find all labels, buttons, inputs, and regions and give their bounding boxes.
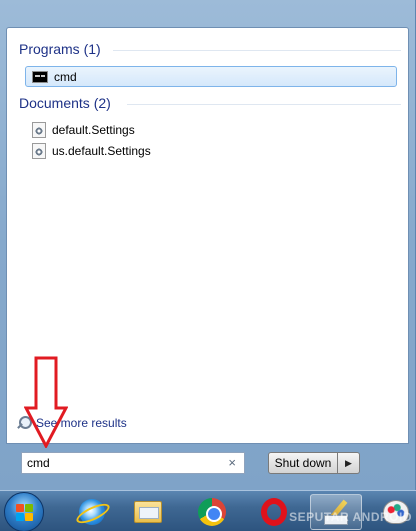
- section-divider: [113, 50, 401, 51]
- search-input[interactable]: [22, 456, 222, 470]
- cmd-icon: [32, 70, 48, 83]
- result-item-label: cmd: [54, 69, 77, 84]
- search-box[interactable]: ×: [21, 452, 245, 474]
- section-divider: [127, 104, 401, 105]
- clear-icon[interactable]: ×: [228, 456, 236, 470]
- shutdown-button[interactable]: Shut down: [268, 452, 338, 474]
- programs-section-header[interactable]: Programs (1): [19, 41, 401, 57]
- programs-header-label: Programs (1): [19, 41, 101, 57]
- documents-header-label: Documents (2): [19, 95, 111, 111]
- start-button[interactable]: [4, 492, 44, 531]
- result-item-label: default.Settings: [52, 122, 135, 137]
- annotation-arrow-icon: [24, 356, 68, 448]
- shutdown-group: Shut down ▶: [268, 452, 360, 474]
- result-item-cmd[interactable]: cmd: [25, 66, 397, 87]
- folder-icon: [134, 501, 162, 523]
- taskbar-item-google-chrome[interactable]: [186, 494, 238, 530]
- taskbar-item-windows-explorer[interactable]: [122, 494, 174, 530]
- result-item-us-default-settings[interactable]: us.default.Settings: [25, 140, 397, 161]
- settings-file-icon: [32, 121, 46, 138]
- opera-icon: [261, 498, 287, 526]
- taskbar-item-internet-explorer[interactable]: [66, 494, 118, 530]
- documents-section-header[interactable]: Documents (2): [19, 95, 401, 111]
- chrome-icon: [198, 498, 226, 526]
- result-item-label: us.default.Settings: [52, 143, 151, 158]
- result-item-default-settings[interactable]: default.Settings: [25, 119, 397, 140]
- settings-file-icon: [32, 142, 46, 159]
- watermark-text: SEPUTAR ANDROID: [289, 510, 412, 524]
- shutdown-options-arrow-icon[interactable]: ▶: [338, 452, 360, 474]
- windows-orb-icon: [16, 504, 34, 522]
- internet-explorer-icon: [79, 499, 105, 525]
